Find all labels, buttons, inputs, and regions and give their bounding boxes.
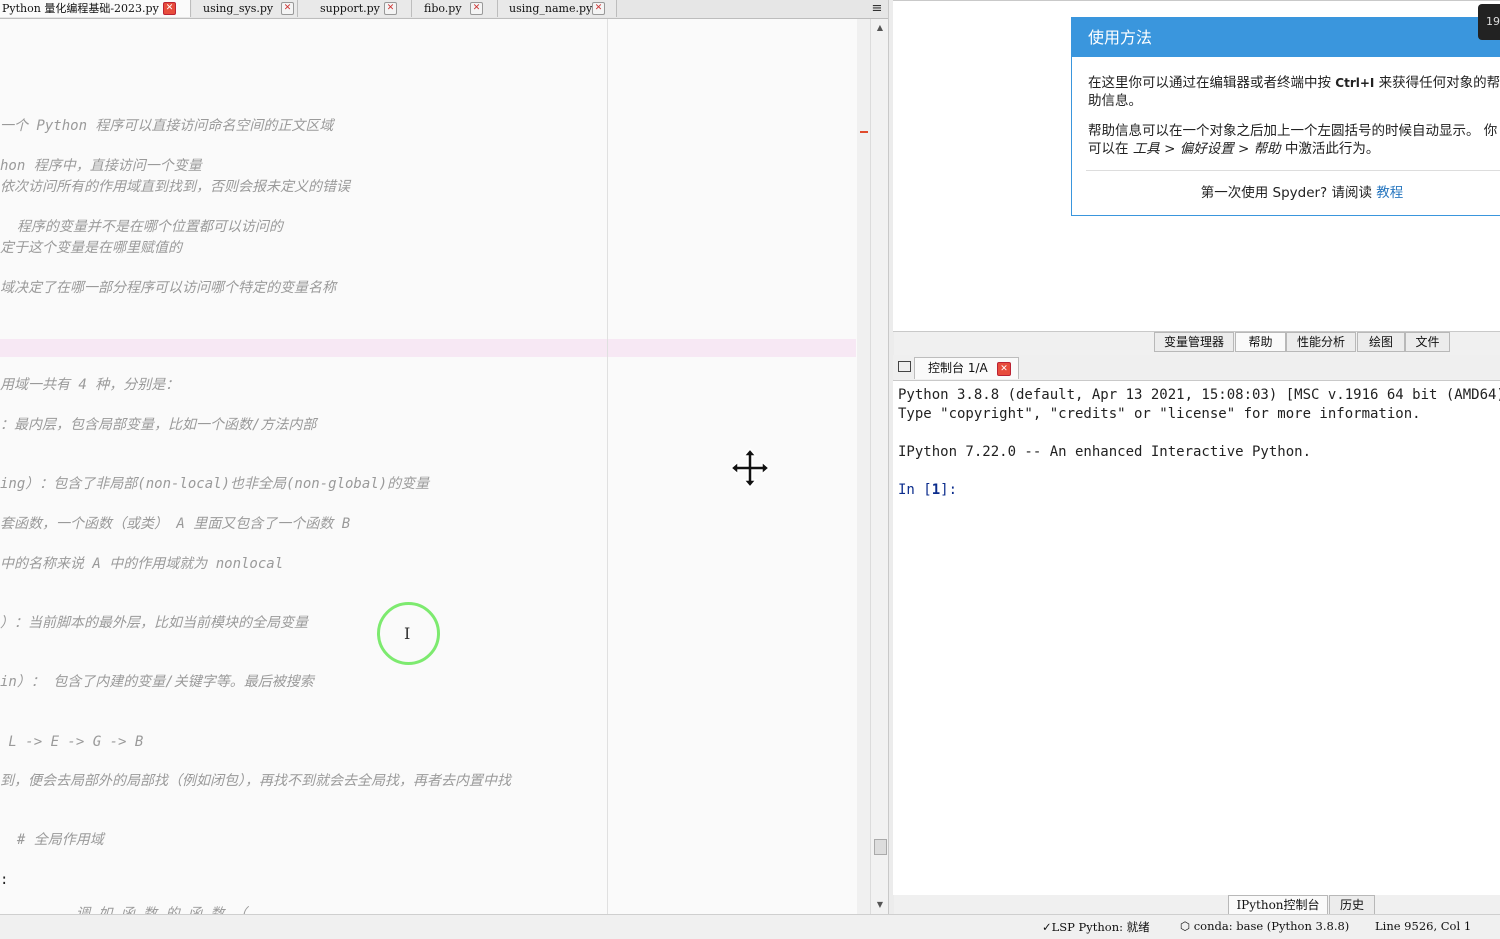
help-title: 使用方法 bbox=[1072, 18, 1500, 57]
code-line: 中的名称来说 A 中的作用域就为 nonlocal bbox=[0, 556, 284, 572]
code-line: hon 程序中，直接访问一个变量 bbox=[0, 158, 202, 174]
scroll-up-icon[interactable]: ▲ bbox=[875, 23, 885, 32]
tab-variable-explorer[interactable]: 变量管理器 bbox=[1154, 332, 1234, 352]
error-marker[interactable] bbox=[860, 131, 868, 133]
tab-plots[interactable]: 绘图 bbox=[1357, 332, 1405, 352]
tutorial-link[interactable]: 教程 bbox=[1376, 185, 1403, 201]
close-icon[interactable]: ✕ bbox=[281, 2, 294, 15]
ipython-console[interactable]: Python 3.8.8 (default, Apr 13 2021, 15:0… bbox=[893, 380, 1500, 895]
code-line: in）： 包含了内建的变量/关键字等。最后被搜索 bbox=[0, 674, 314, 690]
console-tab[interactable]: 控制台 1/A ✕ bbox=[914, 357, 1019, 379]
console-tab-label: 控制台 1/A bbox=[928, 361, 988, 375]
code-line: ）：当前脚本的最外层，比如当前模块的全局变量 bbox=[0, 615, 308, 631]
check-icon: ✓ bbox=[1042, 920, 1052, 934]
editor-tab-label: using_sys.py bbox=[203, 2, 274, 15]
code-line: __ 调 如 函 数 的 函 数 （ bbox=[0, 906, 247, 914]
code-line: 程序的变量并不是在哪个位置都可以访问的 bbox=[0, 219, 283, 235]
code-line: ing）：包含了非局部(non-local)也非全局(non-global)的变… bbox=[0, 476, 430, 492]
editor-tab-using-sys[interactable]: using_sys.py ✕ bbox=[192, 0, 298, 17]
settings-path: 工具 > 偏好设置 > 帮助 bbox=[1132, 141, 1281, 157]
conda-status[interactable]: ⬡ conda: base (Python 3.8.8) bbox=[1180, 919, 1349, 933]
hamburger-menu-icon[interactable]: ≡ bbox=[870, 2, 884, 15]
code-line: 到，便会去局部外的局部找（例如闭包），再找不到就会去全局找，再者去内置中找 bbox=[0, 773, 511, 789]
help-paragraph: 在这里你可以通过在编辑器或者终端中按 Ctrl+I 来获得任何对象的帮助信息。 bbox=[1088, 75, 1500, 109]
close-icon[interactable]: ✕ bbox=[470, 2, 483, 15]
code-line: 依次访问所有的作用域直到找到，否则会报未定义的错误 bbox=[0, 179, 350, 195]
tab-history[interactable]: 历史 bbox=[1329, 895, 1375, 915]
console-options-icon[interactable] bbox=[898, 361, 911, 372]
console-line: Python 3.8.8 (default, Apr 13 2021, 15:0… bbox=[898, 387, 1500, 403]
status-bar: ✓LSP Python: 就绪 ⬡ conda: base (Python 3.… bbox=[0, 914, 1500, 939]
tab-files[interactable]: 文件 bbox=[1405, 332, 1450, 352]
code-line: 域决定了在哪一部分程序可以访问哪个特定的变量名称 bbox=[0, 280, 336, 296]
editor-tab-bar: Python 量化编程基础-2023.py ✕ using_sys.py ✕ s… bbox=[0, 0, 888, 19]
cursor-position: Line 9526, Col 1 bbox=[1375, 919, 1472, 933]
help-footer: 第一次使用 Spyder? 请阅读 教程 bbox=[1200, 185, 1404, 201]
close-icon[interactable]: ✕ bbox=[384, 2, 397, 15]
shortcut-key: Ctrl+I bbox=[1335, 76, 1375, 90]
cube-icon: ⬡ bbox=[1180, 919, 1191, 933]
code-line: 套函数，一个函数（或类） A 里面又包含了一个函数 B bbox=[0, 516, 351, 532]
overlay-badge: 19 bbox=[1478, 4, 1500, 40]
code-line: 定于这个变量是在哪里赋值的 bbox=[0, 240, 182, 256]
close-icon[interactable]: ✕ bbox=[163, 2, 176, 15]
close-icon[interactable]: ✕ bbox=[592, 2, 605, 15]
code-line: 一个 Python 程序可以直接访问命名空间的正文区域 bbox=[0, 118, 334, 134]
code-line: # 全局作用域 bbox=[0, 832, 104, 848]
code-line: L -> E -> G -> B bbox=[0, 734, 144, 750]
editor-tab-label: Python 量化编程基础-2023.py bbox=[2, 2, 159, 15]
current-line-highlight bbox=[0, 339, 856, 357]
edge-line bbox=[607, 19, 608, 914]
tab-help[interactable]: 帮助 bbox=[1235, 332, 1286, 352]
scrollbar-thumb[interactable] bbox=[874, 839, 887, 855]
lsp-status[interactable]: ✓LSP Python: 就绪 bbox=[1042, 919, 1150, 935]
editor-tab-label: fibo.py bbox=[424, 2, 462, 15]
code-line: : bbox=[0, 872, 9, 888]
code-line: ：最内层，包含局部变量，比如一个函数/方法内部 bbox=[0, 417, 317, 433]
editor-tab-fibo[interactable]: fibo.py ✕ bbox=[412, 0, 498, 17]
editor-tab-label: support.py bbox=[320, 2, 380, 15]
console-line: IPython 7.22.0 -- An enhanced Interactiv… bbox=[898, 444, 1312, 460]
divider bbox=[1086, 170, 1500, 171]
tab-profiler[interactable]: 性能分析 bbox=[1286, 332, 1356, 352]
editor-tab-support[interactable]: support.py ✕ bbox=[298, 0, 412, 17]
editor-tab-main[interactable]: Python 量化编程基础-2023.py ✕ bbox=[0, 0, 191, 17]
editor-tab-label: using_name.py bbox=[509, 2, 593, 15]
tab-ipython-console[interactable]: IPython控制台 bbox=[1228, 895, 1328, 915]
console-prompt: In [1]: bbox=[898, 482, 958, 498]
text-cursor-icon: I bbox=[404, 624, 411, 643]
code-line: 用域一共有 4 种，分别是： bbox=[0, 377, 180, 393]
help-pane: 使用方法 在这里你可以通过在编辑器或者终端中按 Ctrl+I 来获得任何对象的帮… bbox=[893, 0, 1500, 332]
editor-tab-using-name[interactable]: using_name.py ✕ bbox=[498, 0, 617, 17]
scroll-down-icon[interactable]: ▼ bbox=[875, 900, 885, 909]
console-tab-bar: 控制台 1/A ✕ bbox=[893, 355, 1500, 379]
help-usage-card: 使用方法 在这里你可以通过在编辑器或者终端中按 Ctrl+I 来获得任何对象的帮… bbox=[1071, 17, 1500, 216]
move-cursor-icon bbox=[729, 447, 771, 489]
close-icon[interactable]: ✕ bbox=[997, 362, 1011, 376]
editor-scrollbar[interactable]: ▲ ▼ bbox=[870, 19, 889, 914]
help-paragraph: 帮助信息可以在一个对象之后加上一个左圆括号的时候自动显示。 你可以在 工具 > … bbox=[1088, 123, 1498, 157]
console-line: Type "copyright", "credits" or "license"… bbox=[898, 406, 1421, 422]
